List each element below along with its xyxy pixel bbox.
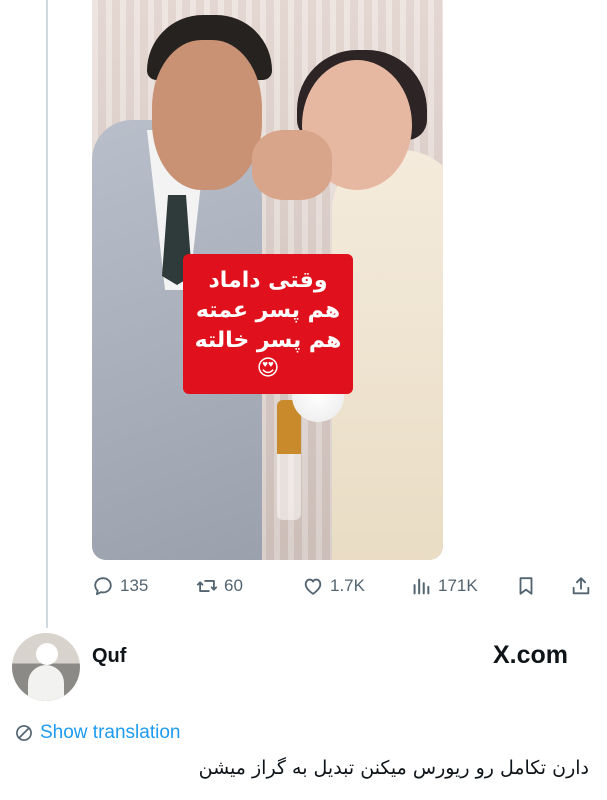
reply-icon bbox=[94, 577, 112, 596]
drink-glass bbox=[277, 400, 301, 520]
reply-username[interactable]: Quf bbox=[92, 645, 126, 668]
views-button[interactable]: 171K bbox=[410, 575, 478, 597]
show-translation-label: Show translation bbox=[40, 722, 181, 743]
reply-count: 135 bbox=[120, 576, 149, 595]
like-icon bbox=[304, 578, 322, 595]
reply-text: دارن تکامل رو ریورس میکنن تبدیل به گراز … bbox=[198, 757, 589, 779]
share-icon bbox=[572, 577, 590, 595]
like-count: 1.7K bbox=[330, 576, 365, 595]
repost-count: 60 bbox=[224, 576, 243, 595]
caption-line-1: وقتی داماد bbox=[208, 268, 328, 293]
repost-button[interactable]: 60 bbox=[196, 575, 243, 597]
caption-line-2: هم پسر عمته bbox=[195, 298, 341, 323]
avatar[interactable] bbox=[12, 633, 80, 701]
tweet-media[interactable]: وقتی داماد هم پسر عمته هم پسر خالته 😍 bbox=[92, 0, 443, 560]
reply-button[interactable]: 135 bbox=[92, 575, 148, 597]
bookmark-icon bbox=[519, 577, 533, 595]
globe-icon bbox=[16, 725, 32, 741]
groom-face bbox=[152, 40, 262, 190]
show-translation-link[interactable]: Show translation bbox=[14, 722, 180, 744]
share-button[interactable] bbox=[570, 575, 592, 597]
like-button[interactable]: 1.7K bbox=[302, 575, 365, 597]
heart-eyes-emoji: 😍 bbox=[256, 356, 280, 381]
caption-line-3: هم پسر خالته bbox=[194, 328, 342, 353]
feeding-hand bbox=[252, 130, 332, 200]
avatar-body bbox=[28, 665, 64, 701]
views-icon bbox=[413, 578, 430, 595]
brand-watermark: X.com bbox=[493, 641, 569, 669]
tweet-actions: 135 60 1.7K 171K bbox=[92, 568, 597, 604]
repost-icon bbox=[196, 580, 218, 592]
thread-line bbox=[46, 0, 48, 628]
views-count: 171K bbox=[438, 576, 478, 595]
bookmark-button[interactable] bbox=[515, 575, 537, 597]
video-caption-overlay: وقتی داماد هم پسر عمته هم پسر خالته 😍 bbox=[183, 254, 353, 394]
avatar-head bbox=[36, 643, 58, 665]
